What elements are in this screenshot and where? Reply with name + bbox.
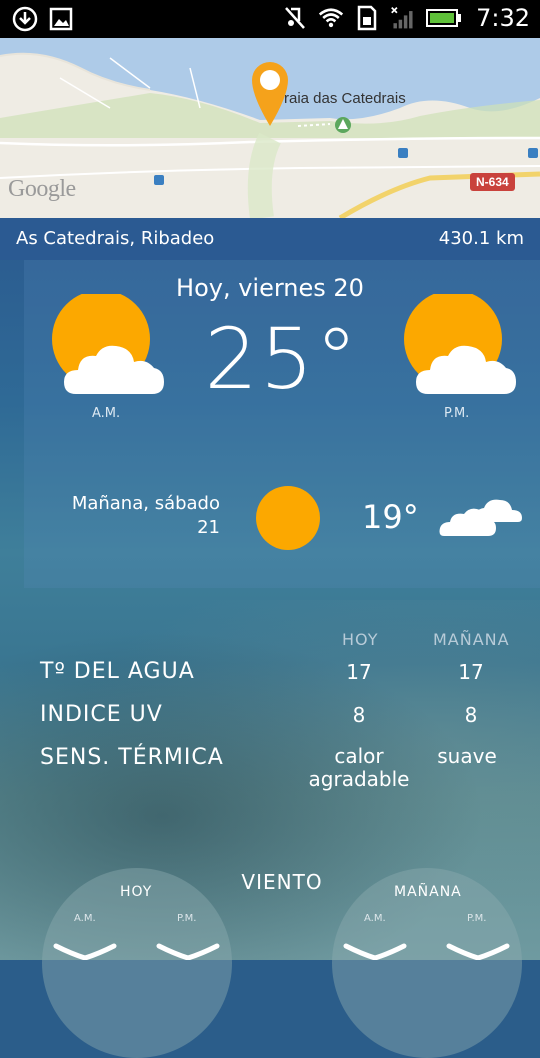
wind-arrow-icon — [445, 942, 511, 964]
column-header-today: HOY — [342, 630, 379, 649]
feels-like-today-line2: agradable — [308, 767, 410, 791]
signal-icon — [390, 5, 416, 31]
location-distance: 430.1 km — [438, 228, 524, 249]
uv-index-today: 8 — [352, 703, 366, 727]
mute-icon — [282, 5, 308, 31]
column-header-tomorrow: MAÑANA — [433, 630, 510, 649]
tomorrow-title: Mañana, sábado 21 — [72, 492, 220, 540]
wind-today-label: HOY — [120, 884, 153, 900]
wind-tomorrow-am-label: A.M. — [364, 913, 386, 924]
water-temp-today: 17 — [346, 660, 372, 684]
wind-today-am-label: A.M. — [74, 913, 96, 924]
image-icon — [48, 6, 74, 32]
sim-icon — [354, 5, 380, 31]
wind-tomorrow-pm-label: P.M. — [467, 913, 487, 924]
water-temp-tomorrow: 17 — [458, 660, 484, 684]
road-badge: N-634 — [470, 173, 515, 191]
wind-today-pm-label: P.M. — [177, 913, 197, 924]
status-bar: 7:32 — [0, 0, 540, 38]
battery-icon — [426, 5, 462, 31]
am-label: A.M. — [92, 406, 121, 421]
map-view[interactable]: raia das Catedrais N-634 Google — [0, 38, 540, 218]
wifi-icon — [318, 5, 344, 31]
sun-icon — [256, 486, 320, 554]
wind-arrow-icon — [342, 942, 408, 964]
location-name: As Catedrais, Ribadeo — [16, 228, 215, 249]
row-label-feels-like: SENS. TÉRMICA — [40, 745, 224, 770]
wind-arrow-icon — [155, 942, 221, 964]
am-weather-icon — [50, 290, 170, 402]
tomorrow-title-line2: 21 — [197, 517, 220, 538]
location-bar[interactable]: As Catedrais, Ribadeo 430.1 km — [0, 218, 540, 260]
clouds-icon — [438, 494, 522, 542]
google-logo: Google — [8, 176, 76, 202]
clock: 7:32 — [476, 4, 530, 32]
tomorrow-temperature: 19° — [362, 498, 419, 536]
wind-tomorrow-label: MAÑANA — [394, 884, 462, 900]
tomorrow-title-line1: Mañana, sábado — [71, 493, 220, 514]
row-label-water-temp: Tº DEL AGUA — [40, 659, 195, 684]
wind-arrow-icon — [52, 942, 118, 964]
feels-like-tomorrow: suave — [437, 744, 497, 768]
map-place-label: raia das Catedrais — [284, 90, 406, 107]
row-label-uv-index: INDICE UV — [40, 702, 163, 727]
uv-index-tomorrow: 8 — [464, 703, 478, 727]
pm-label: P.M. — [444, 406, 470, 421]
pm-weather-icon — [402, 290, 522, 402]
download-icon — [12, 6, 38, 32]
